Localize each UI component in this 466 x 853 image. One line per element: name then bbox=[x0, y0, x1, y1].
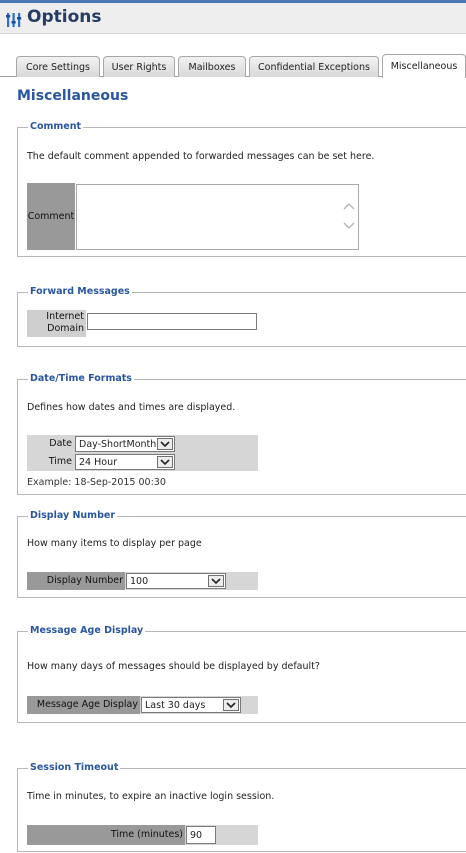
message-age-label: Message Age Display bbox=[27, 696, 140, 714]
tab-user-rights[interactable]: User Rights bbox=[103, 56, 175, 77]
chevron-down-icon[interactable] bbox=[157, 438, 173, 450]
comment-textarea[interactable] bbox=[76, 184, 359, 250]
time-format-value: 24 Hour bbox=[79, 456, 117, 468]
tab-bar: Core Settings User Rights Mailboxes Conf… bbox=[0, 52, 466, 78]
datetime-section: Date/Time Formats Defines how dates and … bbox=[17, 373, 466, 495]
date-format-value: Day-ShortMonth bbox=[79, 438, 157, 450]
session-timeout-section: Session Timeout Time in minutes, to expi… bbox=[17, 762, 466, 852]
session-timeout-label: Time (minutes) bbox=[27, 825, 185, 845]
tab-miscellaneous[interactable]: Miscellaneous bbox=[382, 54, 466, 78]
tab-core-settings[interactable]: Core Settings bbox=[16, 56, 100, 77]
message-age-description: How many days of messages should be disp… bbox=[27, 661, 320, 672]
display-number-label: Display Number bbox=[27, 572, 125, 590]
internet-domain-label-line2: Domain bbox=[47, 323, 84, 334]
chevron-down-icon[interactable] bbox=[157, 456, 173, 468]
comment-section: Comment The default comment appended to … bbox=[17, 121, 466, 257]
tab-confidential-exceptions[interactable]: Confidential Exceptions bbox=[249, 56, 379, 77]
app-title: Options bbox=[27, 7, 102, 27]
internet-domain-label-line1: Internet bbox=[46, 311, 84, 322]
forward-legend: Forward Messages bbox=[28, 286, 132, 297]
comment-description: The default comment appended to forwarde… bbox=[27, 151, 375, 162]
session-timeout-description: Time in minutes, to expire an inactive l… bbox=[27, 791, 275, 802]
message-age-section: Message Age Display How many days of mes… bbox=[17, 625, 466, 723]
internet-domain-label: Internet Domain bbox=[27, 310, 86, 337]
options-icon bbox=[6, 13, 22, 27]
display-number-value: 100 bbox=[130, 575, 149, 587]
datetime-example: Example: 18-Sep-2015 00:30 bbox=[27, 477, 166, 488]
message-age-value: Last 30 days bbox=[145, 699, 206, 711]
app-header: Options bbox=[0, 3, 466, 34]
scroll-down-icon[interactable] bbox=[343, 221, 355, 231]
display-number-description: How many items to display per page bbox=[27, 538, 202, 549]
display-number-select[interactable]: 100 bbox=[126, 573, 226, 589]
page-title: Miscellaneous bbox=[17, 88, 129, 104]
datetime-legend: Date/Time Formats bbox=[28, 373, 134, 384]
chevron-down-icon[interactable] bbox=[208, 575, 224, 587]
tab-mailboxes[interactable]: Mailboxes bbox=[178, 56, 246, 77]
scroll-up-icon[interactable] bbox=[343, 201, 355, 211]
message-age-legend: Message Age Display bbox=[28, 625, 146, 636]
forward-section: Forward Messages Internet Domain bbox=[17, 286, 466, 347]
date-label: Date bbox=[49, 438, 72, 449]
time-format-select[interactable]: 24 Hour bbox=[75, 454, 175, 470]
display-number-section: Display Number How many items to display… bbox=[17, 510, 466, 598]
display-number-legend: Display Number bbox=[28, 510, 118, 521]
datetime-description: Defines how dates and times are displaye… bbox=[27, 402, 236, 413]
message-age-select[interactable]: Last 30 days bbox=[141, 697, 241, 713]
internet-domain-input[interactable] bbox=[87, 313, 257, 330]
comment-label: Comment bbox=[27, 183, 75, 250]
session-timeout-legend: Session Timeout bbox=[28, 762, 121, 773]
date-format-select[interactable]: Day-ShortMonth bbox=[75, 436, 175, 452]
time-label: Time bbox=[48, 456, 72, 467]
session-timeout-input[interactable]: 90 bbox=[186, 826, 216, 844]
chevron-down-icon[interactable] bbox=[223, 699, 239, 711]
comment-legend: Comment bbox=[28, 121, 84, 132]
